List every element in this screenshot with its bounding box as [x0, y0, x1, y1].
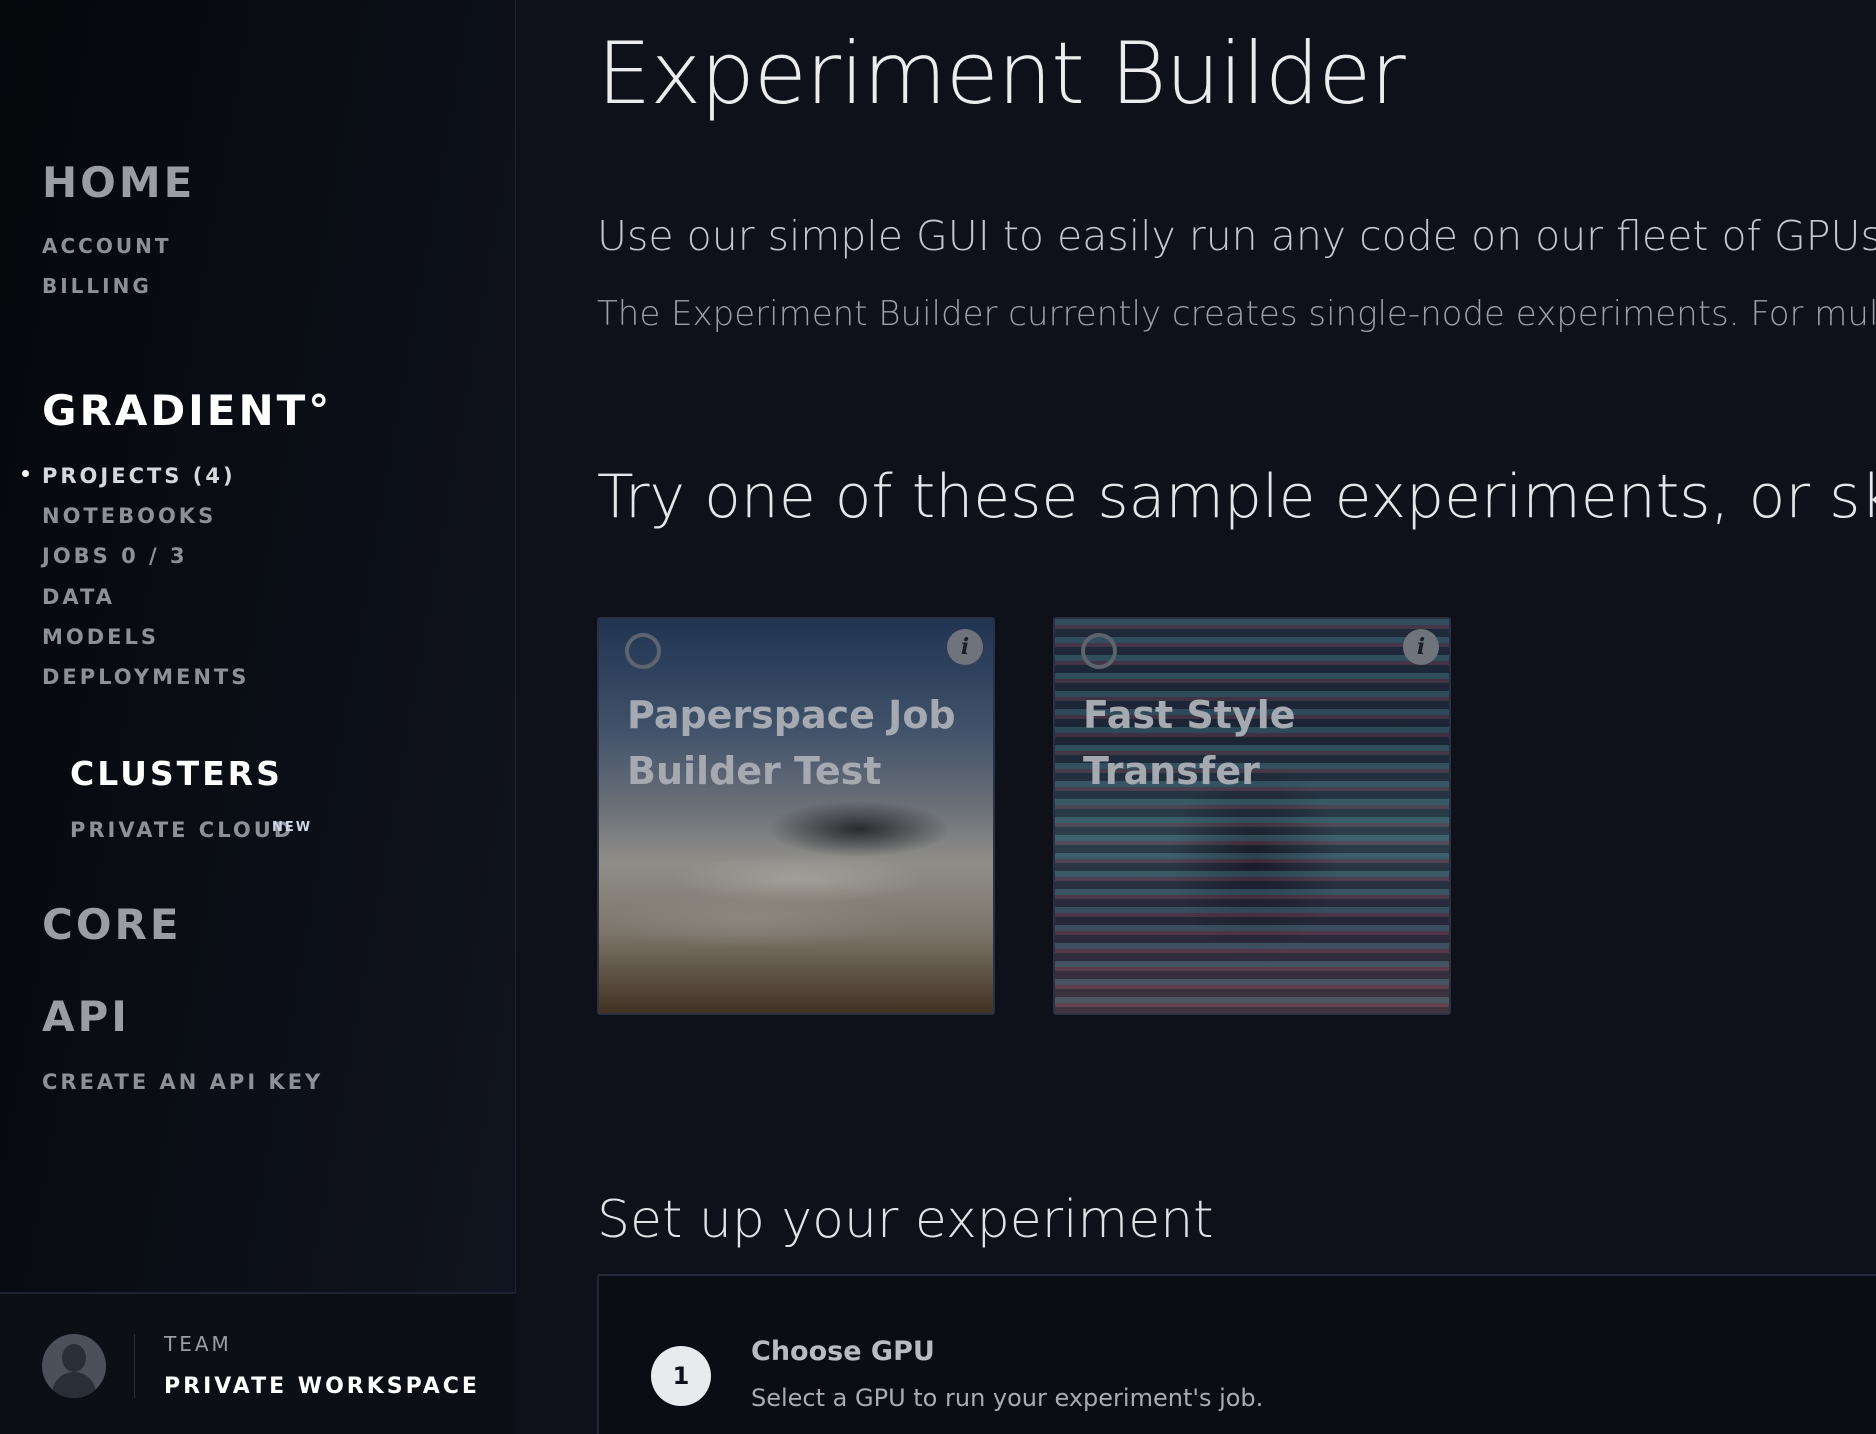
- workspace-name: PRIVATE WORKSPACE: [164, 1374, 480, 1399]
- nav-link-billing[interactable]: BILLING: [42, 274, 152, 298]
- nav-link-models[interactable]: MODELS: [42, 625, 159, 649]
- step-title: Choose GPU: [751, 1336, 935, 1367]
- active-indicator: [22, 470, 29, 477]
- info-icon[interactable]: i: [947, 629, 983, 665]
- nav-api[interactable]: API: [42, 992, 130, 1041]
- main-content: Experiment Builder Use our simple GUI to…: [517, 0, 1876, 1434]
- nav-core[interactable]: CORE: [42, 900, 182, 949]
- footer-divider: [134, 1334, 135, 1398]
- step-description: Select a GPU to run your experiment's jo…: [751, 1384, 1264, 1412]
- nav-link-private-cloud[interactable]: PRIVATE CLOUD: [70, 818, 294, 842]
- intro-text: Use our simple GUI to easily run any cod…: [597, 212, 1876, 260]
- nav-link-data[interactable]: DATA: [42, 585, 115, 609]
- setup-step-panel: 1 Choose GPU Select a GPU to run your ex…: [597, 1274, 1876, 1434]
- new-badge: NEW: [272, 820, 313, 835]
- samples-heading: Try one of these sample experiments, or …: [597, 462, 1876, 532]
- sidebar: HOME ACCOUNT BILLING GRADIENT° PROJECTS …: [0, 0, 516, 1434]
- step-number-badge: 1: [651, 1346, 711, 1406]
- sample-card-paperspace-job-builder[interactable]: i Paperspace Job Builder Test: [597, 617, 995, 1015]
- sample-card-fast-style-transfer[interactable]: i Fast Style Transfer: [1053, 617, 1451, 1015]
- team-switcher[interactable]: TEAM PRIVATE WORKSPACE: [0, 1292, 516, 1434]
- nav-clusters[interactable]: CLUSTERS: [70, 754, 283, 793]
- nav-link-account[interactable]: ACCOUNT: [42, 234, 171, 258]
- page-title: Experiment Builder: [597, 24, 1406, 124]
- card-select-radio[interactable]: [625, 633, 661, 669]
- card-title: Fast Style Transfer: [1083, 693, 1296, 793]
- nav-link-deployments[interactable]: DEPLOYMENTS: [42, 665, 249, 689]
- nav-link-create-api-key[interactable]: CREATE AN API KEY: [42, 1070, 323, 1094]
- user-avatar-icon: [42, 1334, 106, 1398]
- nav-home[interactable]: HOME: [42, 158, 195, 207]
- card-title: Paperspace Job Builder Test: [627, 693, 956, 793]
- nav-gradient[interactable]: GRADIENT°: [42, 386, 332, 435]
- nav-link-projects[interactable]: PROJECTS (4): [42, 464, 236, 488]
- info-icon[interactable]: i: [1403, 629, 1439, 665]
- nav-link-notebooks[interactable]: NOTEBOOKS: [42, 504, 216, 528]
- card-select-radio[interactable]: [1081, 633, 1117, 669]
- intro-subtext: The Experiment Builder currently creates…: [597, 294, 1876, 334]
- setup-heading: Set up your experiment: [597, 1190, 1214, 1250]
- team-label: TEAM: [164, 1332, 232, 1356]
- nav-link-jobs[interactable]: JOBS 0 / 3: [42, 544, 188, 568]
